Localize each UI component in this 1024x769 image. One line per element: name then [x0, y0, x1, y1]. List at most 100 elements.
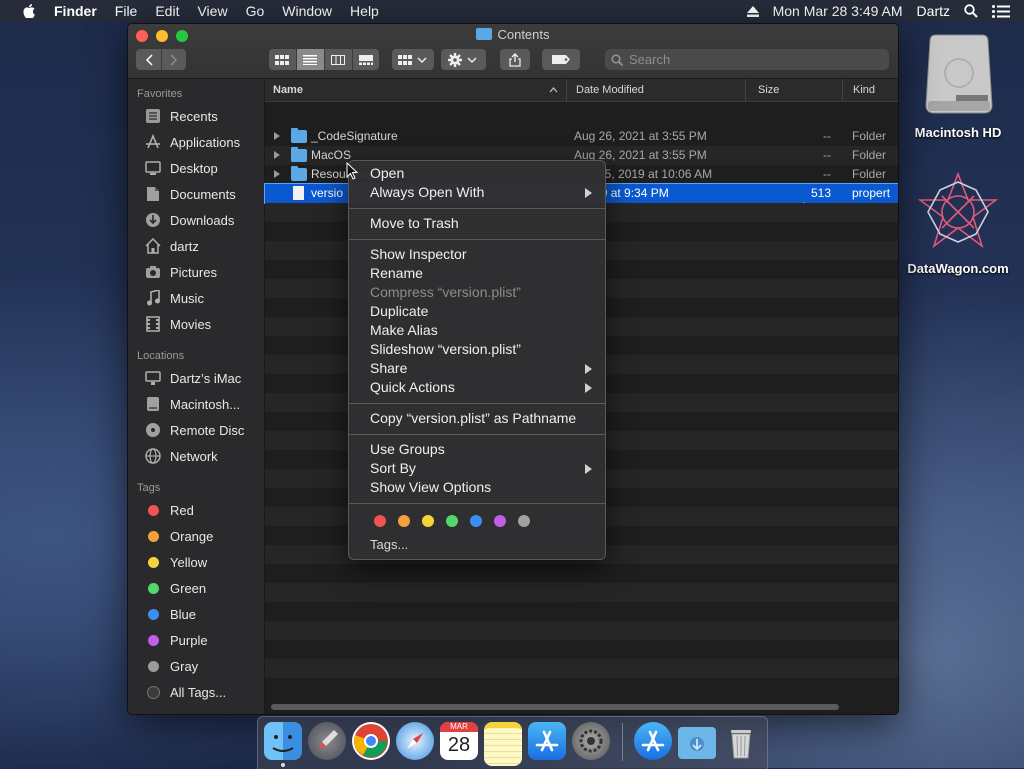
forward-button[interactable]: [162, 49, 186, 70]
menu-item-tags[interactable]: Tags...: [370, 535, 408, 554]
sidebar-item-recents[interactable]: Recents: [144, 106, 218, 126]
sidebar-item-remote-disc[interactable]: Remote Disc: [144, 420, 244, 440]
disclosure-triangle-icon[interactable]: [274, 132, 280, 140]
dock-calendar-icon[interactable]: MAR 28: [440, 722, 478, 760]
column-size[interactable]: Size: [758, 84, 779, 96]
sidebar-tag-purple[interactable]: Purple: [144, 630, 208, 650]
macintosh-hd-label[interactable]: Macintosh HD: [906, 125, 1010, 140]
menu-item-quick-actions[interactable]: Quick Actions: [370, 378, 455, 397]
dock-notes-icon[interactable]: [484, 722, 522, 766]
menu-view[interactable]: View: [197, 3, 227, 19]
group-by-button[interactable]: [392, 49, 434, 70]
sidebar-item-desktop[interactable]: Desktop: [144, 158, 218, 178]
disclosure-triangle-icon[interactable]: [274, 151, 280, 159]
sidebar-item-pictures[interactable]: Pictures: [144, 262, 217, 282]
menu-help[interactable]: Help: [350, 3, 379, 19]
sidebar-tag-orange[interactable]: Orange: [144, 526, 213, 546]
dock-app-store-icon[interactable]: [528, 722, 566, 760]
tag-purple-button[interactable]: [494, 515, 506, 527]
dock-launchpad-icon[interactable]: [308, 722, 346, 760]
sidebar-tag-green[interactable]: Green: [144, 578, 206, 598]
menu-item-slideshow[interactable]: Slideshow “version.plist”: [370, 340, 521, 359]
dock-downloads-folder-icon[interactable]: [678, 727, 716, 759]
column-view-button[interactable]: [325, 49, 353, 70]
tag-orange-button[interactable]: [398, 515, 410, 527]
menubar-user[interactable]: Dartz: [917, 3, 950, 19]
sidebar-tag-gray[interactable]: Gray: [144, 656, 198, 676]
dock-system-preferences-icon[interactable]: [572, 722, 610, 760]
sidebar-tag-blue[interactable]: Blue: [144, 604, 196, 624]
desktop-icon: [144, 160, 162, 176]
tag-blue-button[interactable]: [470, 515, 482, 527]
edit-tags-button[interactable]: [542, 49, 580, 70]
menu-item-use-groups[interactable]: Use Groups: [370, 440, 445, 459]
dock-finder-icon[interactable]: [264, 722, 302, 760]
menu-item-show-inspector[interactable]: Show Inspector: [370, 245, 467, 264]
menu-item-make-alias[interactable]: Make Alias: [370, 321, 438, 340]
sidebar-all-tags[interactable]: All Tags...: [144, 682, 226, 702]
menu-go[interactable]: Go: [246, 3, 265, 19]
dock-safari-icon[interactable]: [396, 722, 434, 760]
table-row[interactable]: _CodeSignature Aug 26, 2021 at 3:55 PM -…: [265, 127, 898, 146]
sidebar-item-macintosh-hd[interactable]: Macintosh...: [144, 394, 240, 414]
spotlight-search-icon[interactable]: [964, 4, 978, 18]
eject-icon[interactable]: [746, 5, 759, 17]
menu-separator: [349, 503, 605, 504]
gallery-view-button[interactable]: [353, 49, 380, 70]
menu-finder[interactable]: Finder: [54, 3, 97, 19]
sidebar-item-network[interactable]: Network: [144, 446, 218, 466]
chevron-left-icon: [145, 53, 153, 66]
menu-item-always-open-with[interactable]: Always Open With: [370, 183, 484, 202]
datawagon-label[interactable]: DataWagon.com: [896, 261, 1020, 276]
menu-item-duplicate[interactable]: Duplicate: [370, 302, 428, 321]
menu-item-open[interactable]: Open: [370, 164, 404, 183]
tag-red-button[interactable]: [374, 515, 386, 527]
menu-item-rename[interactable]: Rename: [370, 264, 423, 283]
folder-icon: [291, 128, 307, 143]
tag-yellow-button[interactable]: [422, 515, 434, 527]
action-menu-button[interactable]: [441, 49, 486, 70]
horizontal-scrollbar[interactable]: [271, 704, 839, 710]
menu-item-copy-pathname[interactable]: Copy “version.plist” as Pathname: [370, 409, 576, 428]
sidebar-tag-yellow[interactable]: Yellow: [144, 552, 207, 572]
menu-separator: [349, 434, 605, 435]
menu-item-show-view-options[interactable]: Show View Options: [370, 478, 491, 497]
blue-tag-dot: [147, 608, 159, 620]
sidebar-item-applications[interactable]: Applications: [144, 132, 240, 152]
tag-icon: [552, 55, 570, 64]
menu-edit[interactable]: Edit: [155, 3, 179, 19]
share-button[interactable]: [500, 49, 530, 70]
notification-center-icon[interactable]: [992, 4, 1010, 18]
sort-ascending-icon[interactable]: [549, 87, 558, 93]
column-kind[interactable]: Kind: [853, 84, 875, 96]
sidebar-item-documents[interactable]: Documents: [144, 184, 236, 204]
menu-window[interactable]: Window: [282, 3, 332, 19]
apple-menu-icon[interactable]: [22, 4, 36, 18]
back-button[interactable]: [136, 49, 162, 70]
dock-trash-icon[interactable]: [722, 722, 760, 760]
folder-icon: [291, 147, 307, 162]
menu-item-move-to-trash[interactable]: Move to Trash: [370, 214, 459, 233]
menubar-clock[interactable]: Mon Mar 28 3:49 AM: [773, 3, 903, 19]
sidebar-tag-red[interactable]: Red: [144, 500, 194, 520]
datawagon-logo-icon[interactable]: [918, 172, 998, 252]
column-date-modified[interactable]: Date Modified: [576, 84, 644, 96]
dock-app-store-downloads-icon[interactable]: [634, 722, 672, 760]
sidebar-item-home[interactable]: dartz: [144, 236, 199, 256]
menu-item-share[interactable]: Share: [370, 359, 407, 378]
search-field[interactable]: Search: [605, 49, 889, 70]
disclosure-triangle-icon[interactable]: [274, 170, 280, 178]
icon-view-button[interactable]: [269, 49, 297, 70]
menu-item-sort-by[interactable]: Sort By: [370, 459, 416, 478]
menu-file[interactable]: File: [115, 3, 138, 19]
column-name[interactable]: Name: [273, 84, 303, 96]
tag-gray-button[interactable]: [518, 515, 530, 527]
macintosh-hd-icon[interactable]: [922, 33, 996, 115]
sidebar-item-downloads[interactable]: Downloads: [144, 210, 234, 230]
tag-green-button[interactable]: [446, 515, 458, 527]
dock-chrome-icon[interactable]: [352, 722, 390, 760]
list-view-button[interactable]: [296, 49, 325, 70]
sidebar-item-music[interactable]: Music: [144, 288, 204, 308]
sidebar-item-imac[interactable]: Dartz’s iMac: [144, 368, 241, 388]
sidebar-item-movies[interactable]: Movies: [144, 314, 211, 334]
